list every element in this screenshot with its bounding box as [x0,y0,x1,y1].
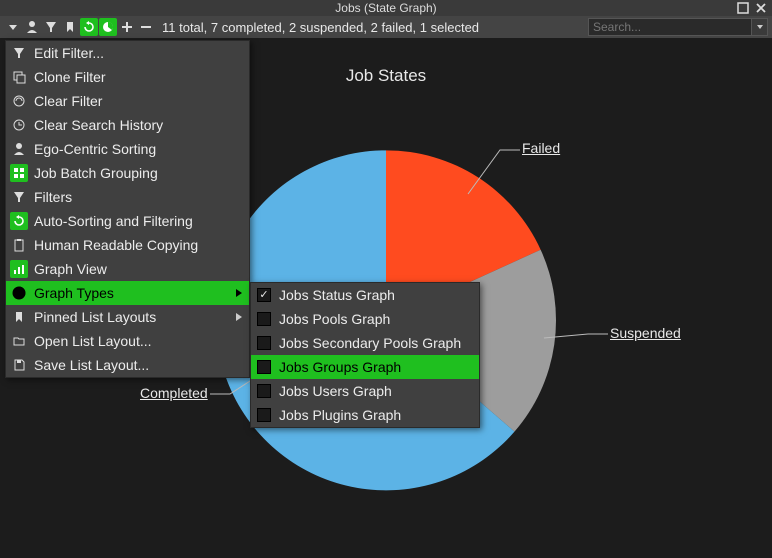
submenu-item-label: Jobs Status Graph [279,287,473,303]
menu-item-label: Ego-Centric Sorting [34,141,243,157]
refresh-icon [10,212,28,230]
checkbox-icon [257,384,271,398]
bookmark-icon[interactable] [61,18,79,36]
clipboard-icon [10,236,28,254]
submenu-item-label: Jobs Users Graph [279,383,473,399]
slice-label-failed[interactable]: Failed [522,140,560,156]
clear-icon [10,92,28,110]
refresh-icon[interactable] [80,18,98,36]
submenu-item[interactable]: Jobs Groups Graph [251,355,479,379]
menu-ego-centric-sorting[interactable]: Ego-Centric Sorting [6,137,249,161]
menu-edit-filter[interactable]: Edit Filter... [6,41,249,65]
checkbox-icon [257,312,271,326]
window-title: Jobs (State Graph) [0,1,772,15]
checkbox-icon [257,288,271,302]
chart-icon [10,260,28,278]
menu-item-label: Human Readable Copying [34,237,243,253]
window-close-button[interactable] [754,1,768,15]
submenu-item[interactable]: Jobs Secondary Pools Graph [251,331,479,355]
submenu-item-label: Jobs Pools Graph [279,311,473,327]
menu-open-list-layout[interactable]: Open List Layout... [6,329,249,353]
menu-item-label: Filters [34,189,243,205]
menu-clear-search-history[interactable]: Clear Search History [6,113,249,137]
checkbox-icon [257,336,271,350]
person-icon [10,140,28,158]
checkbox-icon [257,408,271,422]
folder-open-icon [10,332,28,350]
filter-icon [10,44,28,62]
filter-icon[interactable] [42,18,60,36]
submenu-arrow-icon [235,309,243,325]
submenu-arrow-icon [235,285,243,301]
menu-item-label: Clear Search History [34,117,243,133]
history-icon [10,116,28,134]
submenu-item-label: Jobs Plugins Graph [279,407,473,423]
menu-save-list-layout[interactable]: Save List Layout... [6,353,249,377]
menu-item-label: Graph Types [34,285,235,301]
menu-filters[interactable]: Filters [6,185,249,209]
menu-auto-sorting-filtering[interactable]: Auto-Sorting and Filtering [6,209,249,233]
clone-icon [10,68,28,86]
submenu-item[interactable]: Jobs Pools Graph [251,307,479,331]
person-icon[interactable] [23,18,41,36]
bookmark-icon [10,308,28,326]
pie-icon [10,284,28,302]
menu-item-label: Open List Layout... [34,333,243,349]
submenu-item-label: Jobs Secondary Pools Graph [279,335,473,351]
menu-item-label: Graph View [34,261,243,277]
menu-item-label: Clone Filter [34,69,243,85]
submenu-item[interactable]: Jobs Users Graph [251,379,479,403]
slice-label-suspended[interactable]: Suspended [610,325,681,341]
grid-icon [10,164,28,182]
menu-graph-view[interactable]: Graph View [6,257,249,281]
save-icon [10,356,28,374]
search-dropdown-button[interactable] [752,18,768,36]
menu-item-label: Save List Layout... [34,357,243,373]
slice-label-completed[interactable]: Completed [140,385,208,401]
menu-item-label: Pinned List Layouts [34,309,235,325]
menu-graph-types[interactable]: Graph Types [6,281,249,305]
submenu-item[interactable]: Jobs Status Graph [251,283,479,307]
minus-icon[interactable] [137,18,155,36]
menu-item-label: Edit Filter... [34,45,243,61]
menu-pinned-list-layouts[interactable]: Pinned List Layouts [6,305,249,329]
submenu-item[interactable]: Jobs Plugins Graph [251,403,479,427]
graph-type-icon[interactable] [99,18,117,36]
chevron-down-icon[interactable] [4,18,22,36]
menu-item-label: Auto-Sorting and Filtering [34,213,243,229]
menu-job-batch-grouping[interactable]: Job Batch Grouping [6,161,249,185]
menu-human-readable-copying[interactable]: Human Readable Copying [6,233,249,257]
submenu-item-label: Jobs Groups Graph [279,359,473,375]
graph-types-submenu: Jobs Status Graph Jobs Pools Graph Jobs Se… [250,282,480,428]
window-maximize-button[interactable] [736,1,750,15]
filter-icon [10,188,28,206]
toolbar: 11 total, 7 completed, 2 suspended, 2 fa… [0,16,772,38]
context-menu: Edit Filter... Clone Filter Clear Filter… [5,40,250,378]
menu-item-label: Clear Filter [34,93,243,109]
search-input[interactable] [588,18,752,36]
titlebar: Jobs (State Graph) [0,0,772,16]
status-text: 11 total, 7 completed, 2 suspended, 2 fa… [162,20,479,35]
menu-clear-filter[interactable]: Clear Filter [6,89,249,113]
plus-icon[interactable] [118,18,136,36]
checkbox-icon [257,360,271,374]
menu-clone-filter[interactable]: Clone Filter [6,65,249,89]
menu-item-label: Job Batch Grouping [34,165,243,181]
